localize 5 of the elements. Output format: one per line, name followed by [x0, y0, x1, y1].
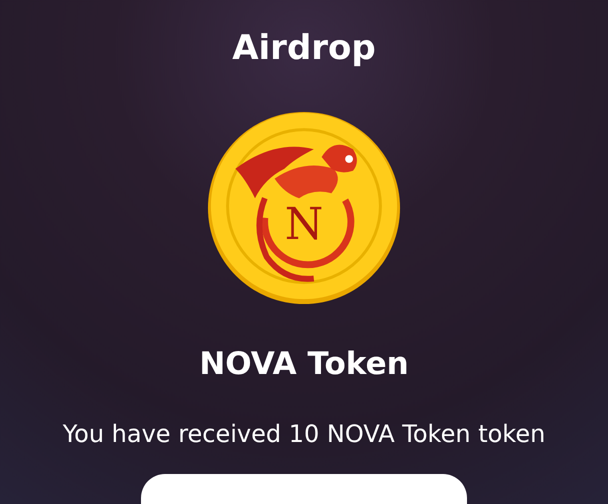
coin-letter: N [284, 200, 324, 250]
page-title: Airdrop [232, 27, 376, 70]
action-button[interactable] [141, 474, 467, 504]
token-name: NOVA Token [199, 345, 409, 384]
received-message: You have received 10 NOVA Token token [62, 419, 546, 450]
